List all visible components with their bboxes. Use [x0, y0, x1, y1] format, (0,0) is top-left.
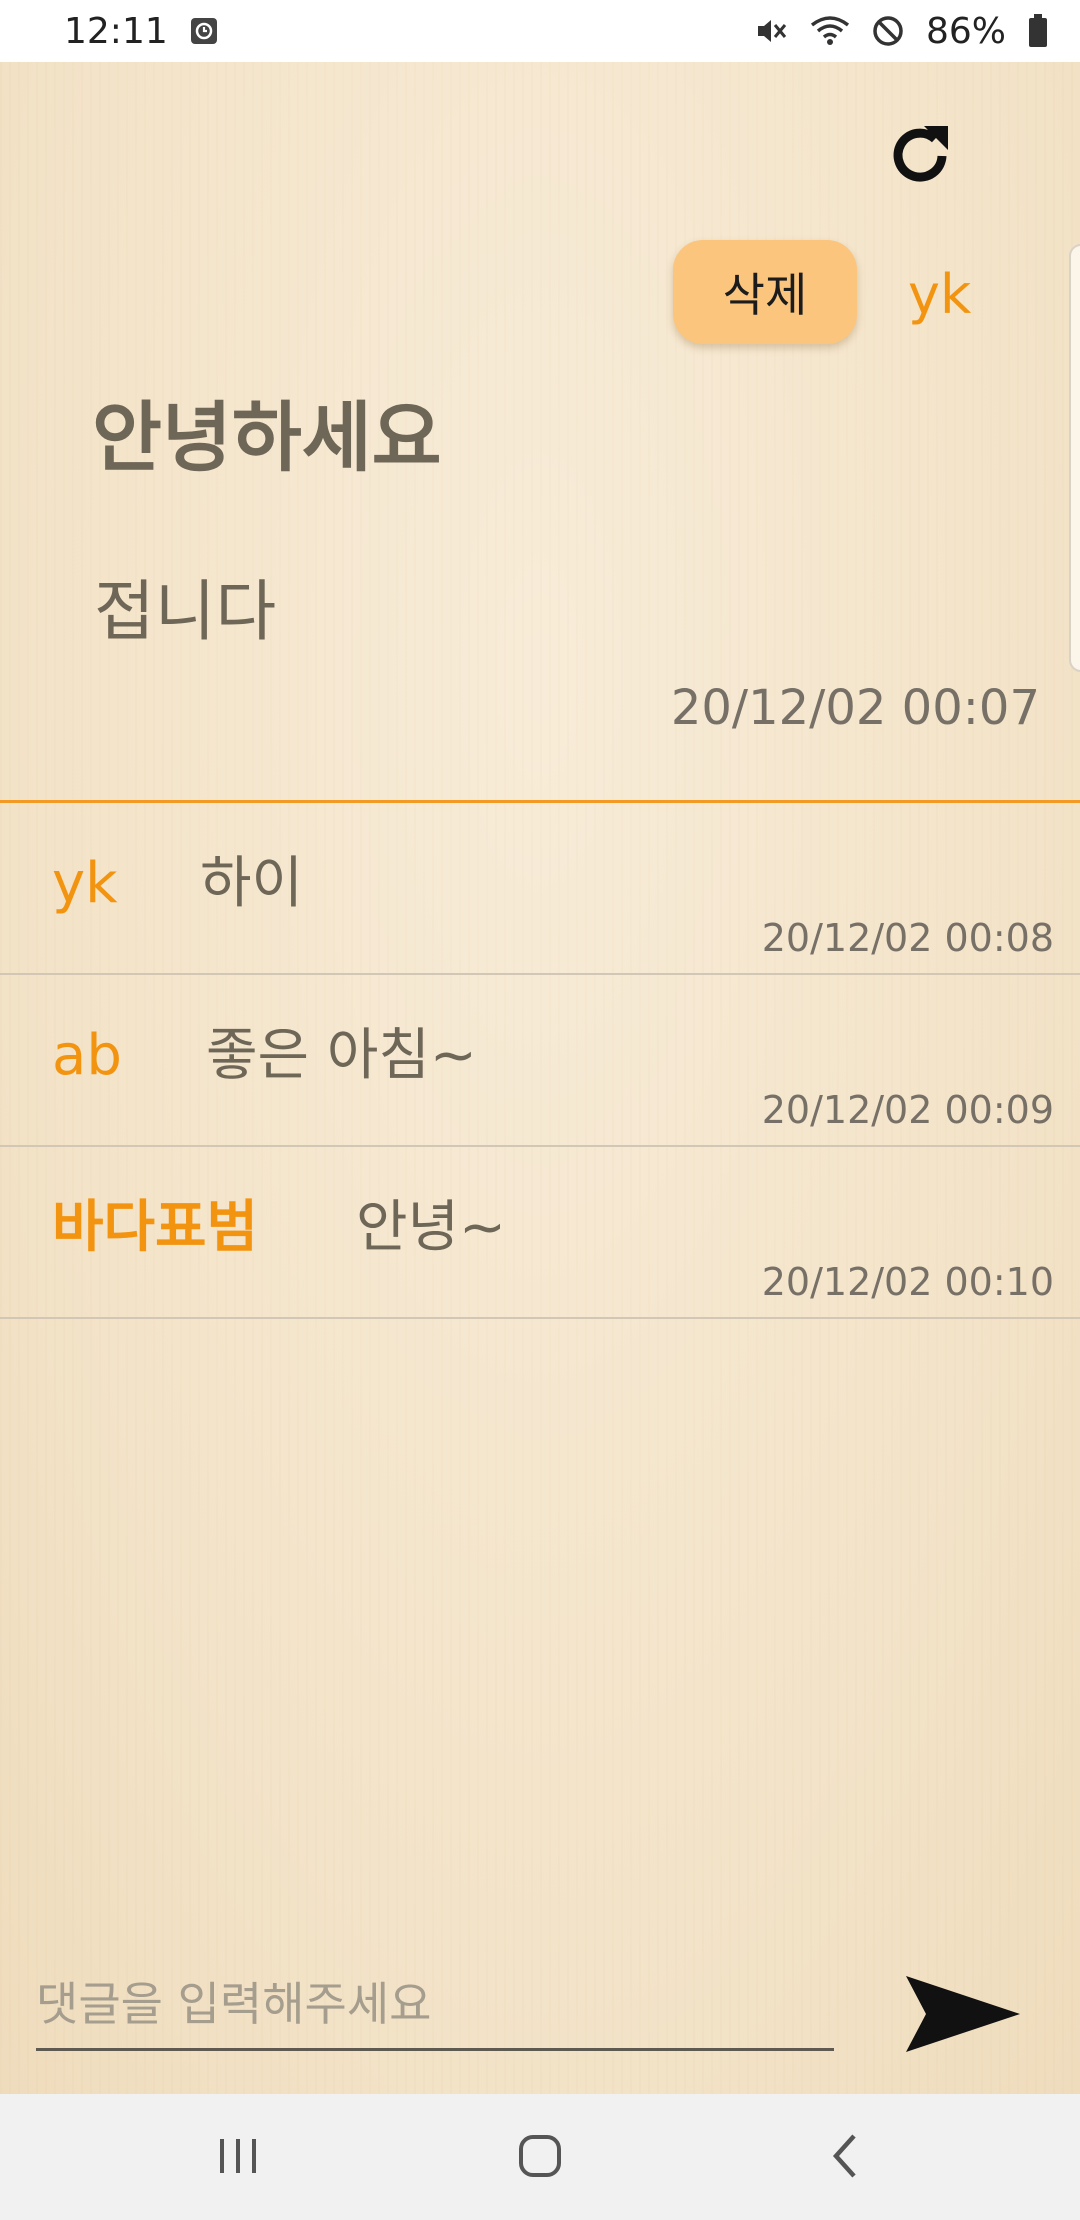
- refresh-button[interactable]: [880, 116, 960, 196]
- comment-time: 20/12/02 00:09: [761, 1088, 1054, 1132]
- recent-apps-icon: [220, 2139, 256, 2173]
- back-button[interactable]: [804, 2124, 884, 2188]
- side-panel-handle[interactable]: [1069, 244, 1080, 672]
- mute-icon: [754, 14, 788, 48]
- comment-text: 좋은 아침~: [206, 1023, 477, 1088]
- status-time: 12:11: [64, 10, 168, 52]
- comment-author: yk: [52, 851, 118, 916]
- comment-item: 바다표범 안녕~ 20/12/02 00:10: [0, 1147, 1080, 1319]
- status-bar: 12:11 86%: [0, 0, 1080, 62]
- navigation-bar: [0, 2094, 1080, 2220]
- back-icon: [832, 2134, 856, 2178]
- send-button[interactable]: [904, 1972, 1022, 2056]
- post-title: 안녕하세요: [92, 393, 442, 482]
- do-not-disturb-icon: [872, 15, 904, 47]
- delete-button[interactable]: 삭제: [673, 240, 857, 344]
- comment-item: yk 하이 20/12/02 00:08: [0, 803, 1080, 975]
- post-body: 접니다: [94, 573, 277, 650]
- comment-author: 바다표범: [52, 1195, 259, 1260]
- post-date: 20/12/02 00:07: [670, 680, 1040, 736]
- battery-icon: [1028, 14, 1048, 48]
- wifi-icon: [810, 15, 850, 47]
- status-right: 86%: [754, 11, 1048, 52]
- comment-item: ab 좋은 아침~ 20/12/02 00:09: [0, 975, 1080, 1147]
- home-icon: [519, 2135, 561, 2177]
- screen: 12:11 86% 삭제 yk 안녕하세요 접니다 20/12/02 00:07…: [0, 0, 1080, 2220]
- status-left: 12:11: [64, 11, 218, 52]
- send-icon: [906, 1976, 1020, 2052]
- comment-list: yk 하이 20/12/02 00:08 ab 좋은 아침~ 20/12/02 …: [0, 803, 1080, 1319]
- comment-text: 하이: [200, 851, 304, 916]
- refresh-icon: [893, 126, 948, 182]
- alarm-icon: [190, 17, 218, 45]
- comment-input[interactable]: [36, 1970, 834, 2051]
- comment-time: 20/12/02 00:08: [761, 916, 1054, 960]
- comment-time: 20/12/02 00:10: [761, 1260, 1054, 1304]
- recent-apps-button[interactable]: [198, 2124, 278, 2188]
- post-author: yk: [908, 263, 972, 326]
- comment-text: 안녕~: [356, 1195, 506, 1260]
- home-button[interactable]: [500, 2124, 580, 2188]
- comment-author: ab: [52, 1023, 122, 1088]
- battery-percent: 86%: [925, 10, 1006, 52]
